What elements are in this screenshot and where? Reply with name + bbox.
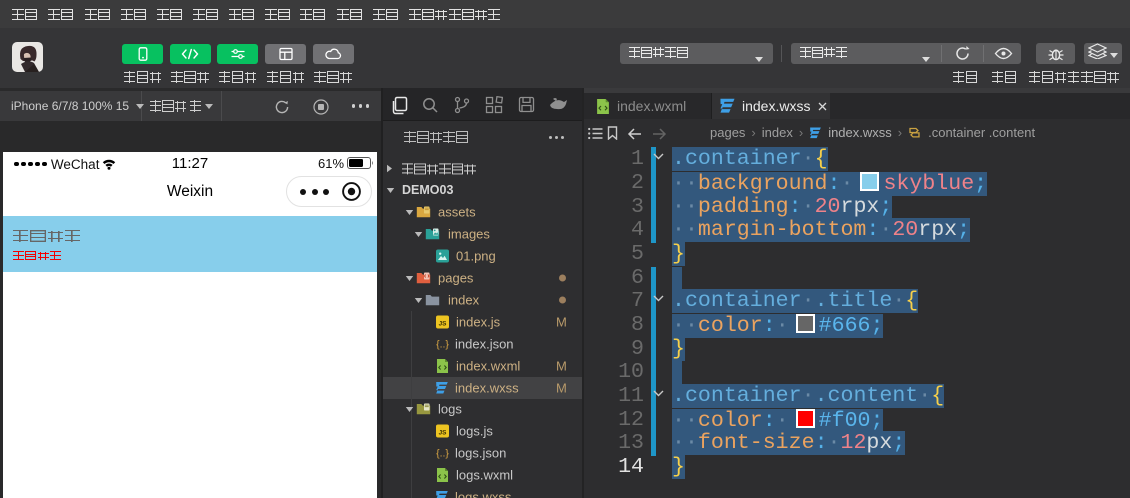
- svg-text:JS: JS: [439, 430, 448, 437]
- svg-text:{..}: {..}: [436, 338, 449, 350]
- svg-text:{..}: {..}: [436, 448, 449, 460]
- svg-text:JS: JS: [439, 320, 448, 327]
